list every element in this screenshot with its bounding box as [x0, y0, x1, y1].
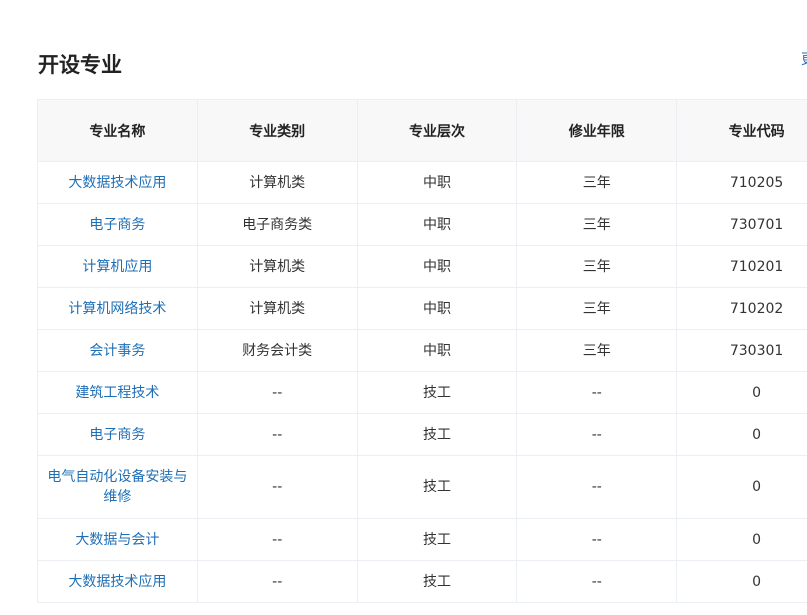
major-level-cell: 中职	[356, 245, 518, 288]
major-category-cell: --	[196, 560, 358, 603]
major-level-cell: 中职	[356, 287, 518, 330]
study-years-cell: 三年	[516, 203, 678, 246]
major-name-link[interactable]: 大数据技术应用	[37, 161, 198, 204]
header-major-level: 专业层次	[356, 99, 518, 162]
major-category-cell: --	[196, 518, 358, 561]
major-name-link[interactable]: 电子商务	[37, 413, 198, 456]
major-name-link[interactable]: 计算机应用	[37, 245, 198, 288]
table-row: 计算机网络技术 计算机类 中职 三年 710202	[37, 287, 807, 330]
major-code-cell: 730701	[676, 203, 807, 246]
major-category-cell: --	[196, 413, 358, 456]
majors-table: 专业名称 专业类别 专业层次 修业年限 专业代码 大数据技术应用 计算机类 中职…	[37, 99, 807, 603]
major-level-cell: 技工	[356, 371, 518, 414]
table-header: 专业名称 专业类别 专业层次 修业年限 专业代码	[37, 99, 807, 162]
major-name-link[interactable]: 电子商务	[37, 203, 198, 246]
major-category-cell: 计算机类	[196, 161, 358, 204]
major-level-cell: 技工	[356, 455, 518, 519]
major-code-cell: 710201	[676, 245, 807, 288]
major-code-cell: 710205	[676, 161, 807, 204]
major-level-cell: 中职	[356, 329, 518, 372]
study-years-cell: 三年	[516, 287, 678, 330]
header-major-name: 专业名称	[37, 99, 198, 162]
major-code-cell: 0	[676, 518, 807, 561]
study-years-cell: --	[516, 371, 678, 414]
table-row: 会计事务 财务会计类 中职 三年 730301	[37, 329, 807, 372]
major-level-cell: 中职	[356, 161, 518, 204]
major-level-cell: 技工	[356, 413, 518, 456]
study-years-cell: --	[516, 413, 678, 456]
study-years-cell: 三年	[516, 161, 678, 204]
study-years-cell: --	[516, 455, 678, 519]
table-row: 电气自动化设备安装与维修 -- 技工 -- 0	[37, 455, 807, 519]
study-years-cell: --	[516, 560, 678, 603]
study-years-cell: 三年	[516, 245, 678, 288]
major-name-link[interactable]: 会计事务	[37, 329, 198, 372]
major-category-cell: --	[196, 371, 358, 414]
header-major-category: 专业类别	[196, 99, 358, 162]
major-name-link[interactable]: 计算机网络技术	[37, 287, 198, 330]
study-years-cell: 三年	[516, 329, 678, 372]
major-name-link[interactable]: 大数据技术应用	[37, 560, 198, 603]
table-row: 计算机应用 计算机类 中职 三年 710201	[37, 245, 807, 288]
major-level-cell: 技工	[356, 560, 518, 603]
major-level-cell: 中职	[356, 203, 518, 246]
major-category-cell: 财务会计类	[196, 329, 358, 372]
table-body: 大数据技术应用 计算机类 中职 三年 710205 电子商务 电子商务类 中职 …	[37, 161, 807, 603]
majors-table-container: 专业名称 专业类别 专业层次 修业年限 专业代码 大数据技术应用 计算机类 中职…	[37, 99, 807, 603]
header-major-code: 专业代码	[676, 99, 807, 162]
major-code-cell: 0	[676, 560, 807, 603]
header-row: 专业名称 专业类别 专业层次 修业年限 专业代码	[37, 99, 807, 162]
table-row: 电子商务 -- 技工 -- 0	[37, 413, 807, 456]
major-level-cell: 技工	[356, 518, 518, 561]
major-code-cell: 0	[676, 413, 807, 456]
major-name-link[interactable]: 大数据与会计	[37, 518, 198, 561]
major-category-cell: 计算机类	[196, 287, 358, 330]
header-study-years: 修业年限	[516, 99, 678, 162]
major-code-cell: 0	[676, 371, 807, 414]
page-title: 开设专业	[38, 53, 122, 77]
table-row: 大数据技术应用 计算机类 中职 三年 710205	[37, 161, 807, 204]
table-row: 大数据与会计 -- 技工 -- 0	[37, 518, 807, 561]
major-code-cell: 730301	[676, 329, 807, 372]
major-name-link[interactable]: 建筑工程技术	[37, 371, 198, 414]
table-row: 建筑工程技术 -- 技工 -- 0	[37, 371, 807, 414]
major-category-cell: --	[196, 455, 358, 519]
more-link[interactable]: 更	[801, 50, 807, 70]
major-category-cell: 电子商务类	[196, 203, 358, 246]
table-row: 电子商务 电子商务类 中职 三年 730701	[37, 203, 807, 246]
major-category-cell: 计算机类	[196, 245, 358, 288]
study-years-cell: --	[516, 518, 678, 561]
major-name-link[interactable]: 电气自动化设备安装与维修	[37, 455, 198, 519]
major-code-cell: 710202	[676, 287, 807, 330]
major-code-cell: 0	[676, 455, 807, 519]
table-row: 大数据技术应用 -- 技工 -- 0	[37, 560, 807, 603]
